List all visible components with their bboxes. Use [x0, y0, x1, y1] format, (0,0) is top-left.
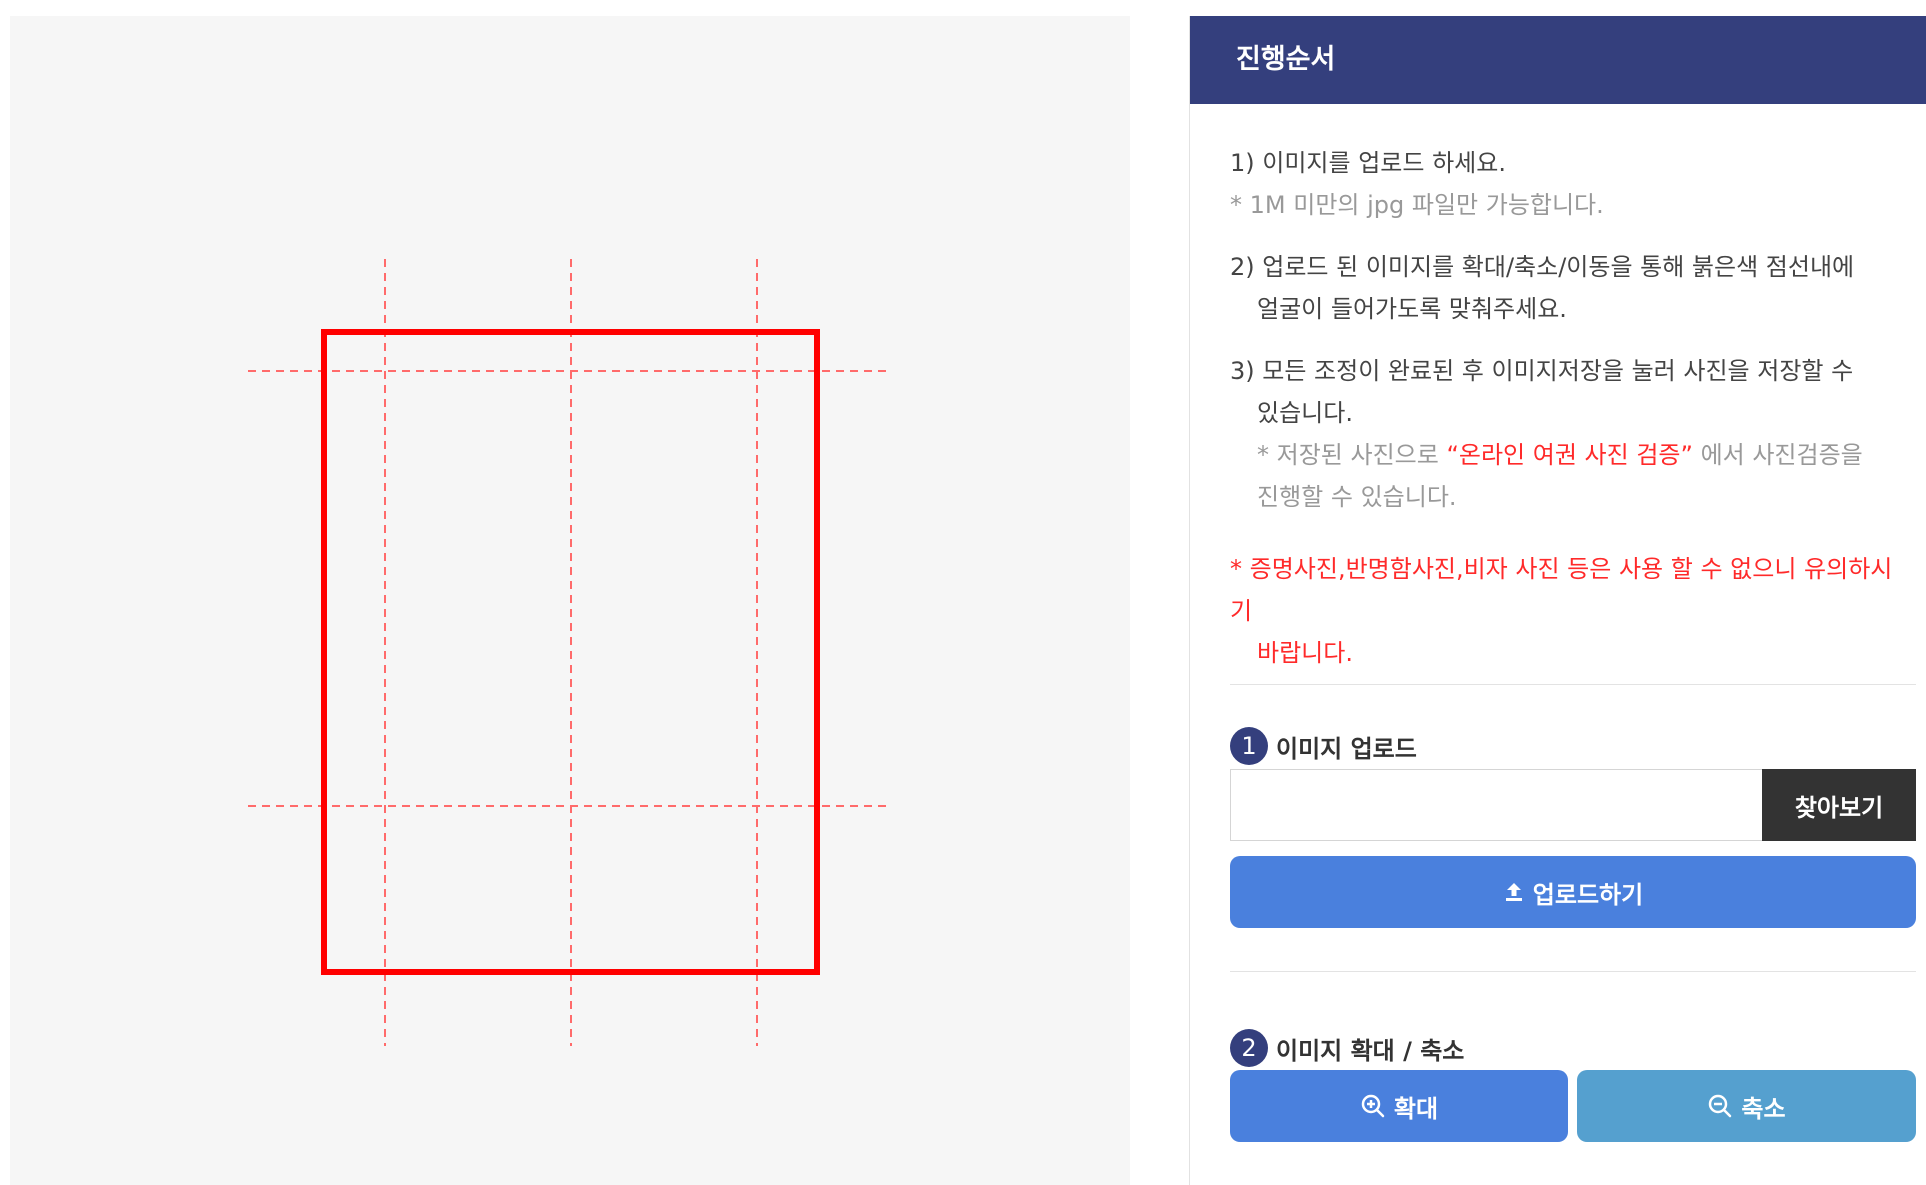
zoom-out-label: 축소: [1741, 1094, 1786, 1123]
instruction-panel: 진행순서 1) 이미지를 업로드 하세요. * 1M 미만의 jpg 파일만 가…: [1189, 16, 1926, 1185]
divider: [1230, 684, 1916, 685]
warning-text: * 증명사진,반명함사진,비자 사진 등은 사용 할 수 없으니 유의하시기 바…: [1230, 548, 1900, 674]
step-number-badge: 1: [1230, 727, 1268, 765]
steps-list: 1) 이미지를 업로드 하세요. * 1M 미만의 jpg 파일만 가능합니다.…: [1190, 104, 1900, 674]
upload-button[interactable]: 업로드하기: [1230, 856, 1916, 928]
step-1-text: 1) 이미지를 업로드 하세요.: [1230, 149, 1506, 177]
zoom-out-button[interactable]: 축소: [1577, 1070, 1916, 1142]
zoom-section-label: 이미지 확대 / 축소: [1276, 1036, 1465, 1065]
step-3-note-suffix: 에서 사진검증을: [1692, 441, 1863, 469]
step-2: 2) 업로드 된 이미지를 확대/축소/이동을 통해 붉은색 점선내에 얼굴이 …: [1230, 246, 1900, 330]
upload-icon: [1505, 883, 1522, 901]
zoom-in-button[interactable]: 확대: [1230, 1070, 1568, 1142]
browse-button[interactable]: 찾아보기: [1762, 769, 1916, 841]
upload-section-label: 이미지 업로드: [1276, 734, 1417, 763]
guide-overlay: [248, 259, 888, 1046]
zoom-section-title: 2 이미지 확대 / 축소: [1230, 1029, 1464, 1067]
step-1: 1) 이미지를 업로드 하세요. * 1M 미만의 jpg 파일만 가능합니다.: [1230, 142, 1900, 226]
zoom-in-icon: [1361, 1094, 1385, 1118]
step-number-badge: 2: [1230, 1029, 1268, 1067]
step-3-note-cont: 진행할 수 있습니다.: [1257, 483, 1457, 511]
step-2-text: 2) 업로드 된 이미지를 확대/축소/이동을 통해 붉은색 점선내에: [1230, 253, 1855, 281]
upload-button-label: 업로드하기: [1532, 880, 1644, 909]
passport-verify-link[interactable]: “온라인 여권 사진 검증”: [1446, 441, 1692, 469]
step-2-text-cont: 얼굴이 들어가도록 맞춰주세요.: [1257, 295, 1567, 323]
photo-canvas[interactable]: [10, 16, 1130, 1185]
step-3-note-prefix: * 저장된 사진으로: [1257, 441, 1447, 469]
zoom-out-icon: [1709, 1094, 1732, 1118]
zoom-in-label: 확대: [1393, 1094, 1439, 1123]
warning-line-1: * 증명사진,반명함사진,비자 사진 등은 사용 할 수 없으니 유의하시기: [1230, 555, 1893, 625]
divider: [1230, 971, 1916, 972]
step-3-text: 3) 모든 조정이 완료된 후 이미지저장을 눌러 사진을 저장할 수: [1230, 357, 1854, 385]
warning-line-2: 바랍니다.: [1257, 639, 1353, 667]
step-3-note: * 저장된 사진으로 “온라인 여권 사진 검증” 에서 사진검증을: [1230, 434, 1900, 476]
panel-title: 진행순서: [1190, 16, 1926, 104]
file-picker: 찾아보기: [1230, 769, 1916, 841]
step-1-note: * 1M 미만의 jpg 파일만 가능합니다.: [1230, 191, 1604, 219]
step-3: 3) 모든 조정이 완료된 후 이미지저장을 눌러 사진을 저장할 수 있습니다…: [1230, 350, 1900, 518]
file-path-input[interactable]: [1230, 769, 1762, 841]
step-3-text-cont: 있습니다.: [1257, 399, 1353, 427]
upload-section-title: 1 이미지 업로드: [1230, 727, 1417, 765]
